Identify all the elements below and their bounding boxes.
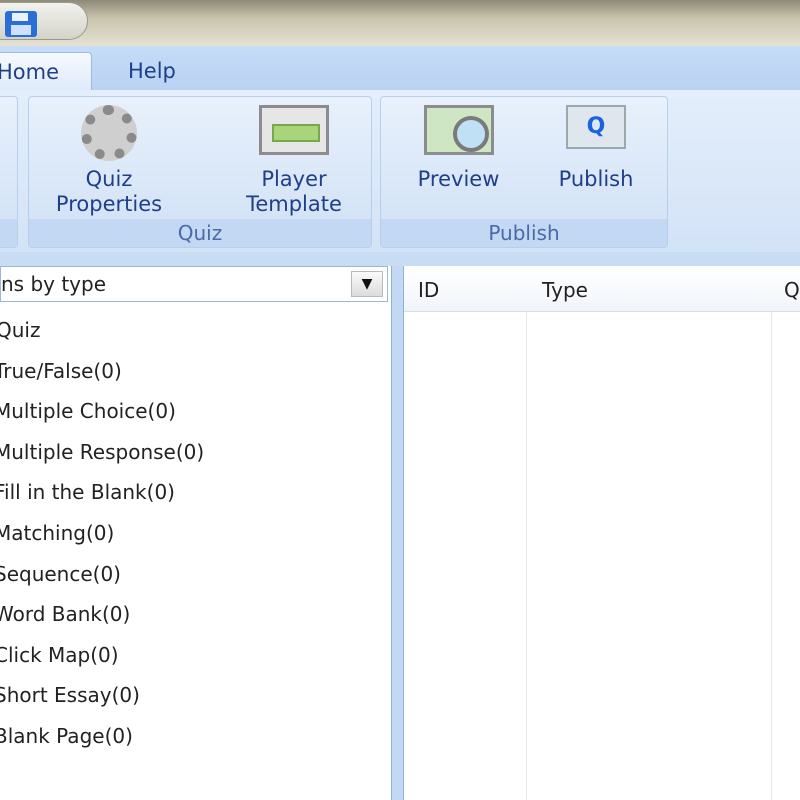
preview-icon [423,105,494,161]
column-header-id[interactable]: ID [418,268,439,312]
group-label: Quiz [29,219,371,247]
dropdown-value: ns by type [1,272,107,296]
ribbon: Quiz Properties Player Template Quiz Pre… [0,90,800,252]
column-header-question[interactable]: Q [784,268,800,312]
publish-button[interactable]: Q Publish [541,105,651,192]
question-tree-panel: ns by type ▼ Quiz True/False(0) Multiple C… [0,266,392,800]
quick-access-toolbar [0,2,88,40]
tree-item[interactable]: Blank Page(0) [0,716,388,757]
question-table: ID Type Q [403,266,800,800]
column-divider [771,312,772,800]
publish-icon: Q [561,105,631,161]
tree-item[interactable]: Quiz [0,310,388,351]
button-label: Quiz [85,167,133,191]
title-bar [0,0,800,46]
tab-help[interactable]: Help [128,52,176,90]
splitter[interactable] [392,266,403,800]
column-divider [526,312,527,800]
save-icon[interactable] [5,11,37,37]
ribbon-group-publish: Preview Q Publish Publish [380,96,668,248]
template-icon [259,105,329,161]
preview-button[interactable]: Preview [401,105,516,192]
column-header-type[interactable]: Type [542,268,588,312]
ribbon-group-partial [0,96,18,248]
tree-item[interactable]: Matching(0) [0,513,388,554]
button-label: Properties [55,192,163,216]
question-type-list: Quiz True/False(0) Multiple Choice(0) Multi… [0,310,388,757]
tree-item[interactable]: Multiple Choice(0) [0,391,388,432]
tree-item[interactable]: Fill in the Blank(0) [0,472,388,513]
group-label: Publish [381,219,667,247]
tree-item[interactable]: Word Bank(0) [0,594,388,635]
button-label: Template [246,192,342,216]
button-label: Preview [417,167,500,191]
view-dropdown[interactable]: ns by type ▼ [0,266,388,302]
tree-item[interactable]: Click Map(0) [0,635,388,676]
ribbon-bottom-strip [0,252,800,266]
player-template-button[interactable]: Player Template [219,105,369,217]
table-header: ID Type Q [404,268,800,312]
button-label: Publish [558,167,634,191]
button-label: Player [261,167,327,191]
tree-item[interactable]: Multiple Response(0) [0,432,388,473]
tree-item[interactable]: Short Essay(0) [0,675,388,716]
quiz-properties-button[interactable]: Quiz Properties [49,105,169,217]
chevron-down-icon[interactable]: ▼ [351,271,383,297]
tree-item[interactable]: Sequence(0) [0,554,388,595]
tree-item[interactable]: True/False(0) [0,351,388,392]
ribbon-group-quiz: Quiz Properties Player Template Quiz [28,96,372,248]
ribbon-tabs: Home Help [0,46,800,90]
gear-icon [74,105,144,161]
tab-home[interactable]: Home [0,52,92,90]
